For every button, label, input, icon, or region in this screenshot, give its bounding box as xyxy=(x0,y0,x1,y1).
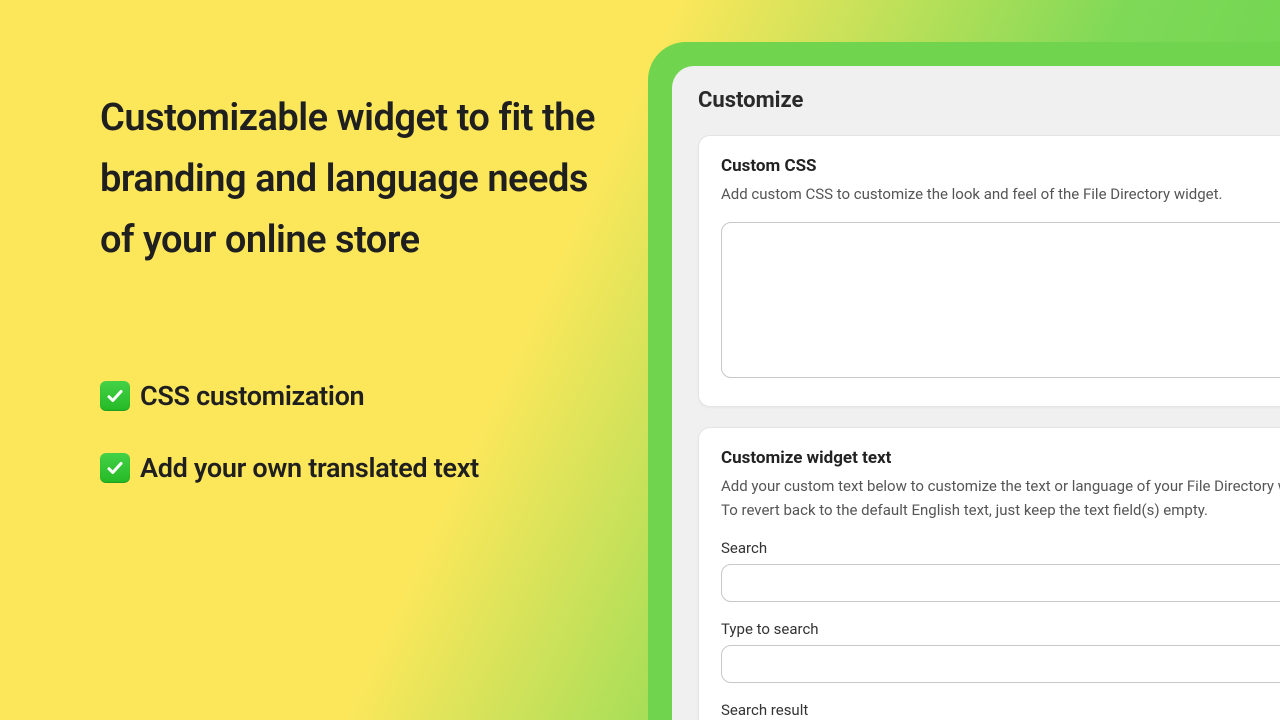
check-icon xyxy=(100,381,130,411)
marketing-copy: Customizable widget to fit the branding … xyxy=(100,88,620,524)
custom-css-title: Custom CSS xyxy=(721,156,1280,176)
app-window: Customize Custom CSS Add custom CSS to c… xyxy=(672,66,1280,720)
promo-canvas: Customizable widget to fit the branding … xyxy=(0,0,1280,720)
bullet-item: Add your own translated text xyxy=(100,452,620,484)
app-frame: Customize Custom CSS Add custom CSS to c… xyxy=(648,42,1280,720)
headline: Customizable widget to fit the branding … xyxy=(100,88,620,270)
bullet-text: Add your own translated text xyxy=(140,452,479,484)
bullet-text: CSS customization xyxy=(140,380,364,412)
custom-css-card: Custom CSS Add custom CSS to customize t… xyxy=(698,135,1280,407)
type-to-search-input[interactable] xyxy=(721,645,1280,683)
widget-text-description-line2: To revert back to the default English te… xyxy=(721,500,1280,522)
widget-text-description-line1: Add your custom text below to customize … xyxy=(721,476,1280,498)
custom-css-input[interactable] xyxy=(721,222,1280,378)
check-icon xyxy=(100,453,130,483)
type-to-search-label: Type to search xyxy=(721,620,1280,638)
widget-text-card: Customize widget text Add your custom te… xyxy=(698,427,1280,720)
search-label: Search xyxy=(721,539,1280,557)
bullet-item: CSS customization xyxy=(100,380,620,412)
custom-css-description: Add custom CSS to customize the look and… xyxy=(721,184,1280,206)
page-title: Customize xyxy=(698,88,1280,113)
bullet-list: CSS customization Add your own translate… xyxy=(100,380,620,484)
search-result-label: Search result xyxy=(721,701,1280,719)
search-input[interactable] xyxy=(721,564,1280,602)
widget-text-title: Customize widget text xyxy=(721,448,1280,468)
